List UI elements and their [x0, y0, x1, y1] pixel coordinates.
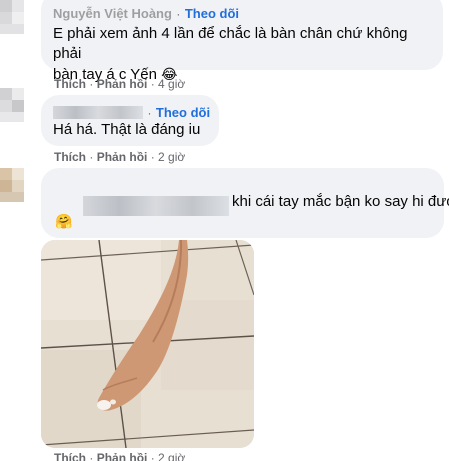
separator-dot: ·	[150, 451, 155, 461]
hugging-face-emoji: 🤗	[55, 213, 73, 229]
follow-button[interactable]: Theo dõi	[156, 105, 210, 120]
comment-timestamp[interactable]: 2 giờ	[158, 150, 185, 164]
comment-actions: Thích · Phản hồi · 4 giờ	[54, 77, 185, 91]
comment-actions: Thích · Phản hồi · 2 giờ	[54, 150, 185, 164]
like-button[interactable]: Thích	[54, 150, 86, 164]
comment-bubble: · Theo dõi Há há. Thật là đáng iu	[41, 95, 219, 146]
avatar[interactable]	[0, 168, 34, 202]
reply-button[interactable]: Phản hồi	[97, 451, 148, 461]
like-button[interactable]: Thích	[54, 451, 86, 461]
separator-dot: ·	[89, 77, 94, 91]
separator-dot: ·	[150, 150, 155, 164]
comment-timestamp[interactable]: 4 giờ	[158, 77, 185, 91]
comment-bubble: Nguyễn Việt Hoàng · Theo dõi E phải xem …	[41, 0, 443, 83]
comment-photo[interactable]	[41, 240, 254, 448]
comment-author[interactable]: Nguyễn Việt Hoàng	[53, 6, 172, 21]
separator-dot: ·	[176, 7, 181, 21]
comment-timestamp[interactable]: 2 giờ	[158, 451, 185, 461]
comment-author-blurred[interactable]	[83, 196, 229, 216]
avatar[interactable]	[0, 0, 34, 34]
photo-foot-on-tiles	[41, 240, 254, 448]
separator-dot: ·	[89, 451, 94, 461]
reply-button[interactable]: Phản hồi	[97, 150, 148, 164]
comment-text: Há há. Thật là đáng iu	[53, 121, 201, 138]
follow-button[interactable]: Theo dõi	[185, 6, 239, 21]
comment-text: khi cái tay mắc bận ko say hi được	[232, 193, 449, 210]
comment-bubble: khi cái tay mắc bận ko say hi được 🤗	[41, 168, 449, 238]
comment-text: E phải xem ảnh 4 lần để chắc là bàn chân…	[53, 24, 438, 85]
like-button[interactable]: Thích	[54, 77, 86, 91]
separator-dot: ·	[89, 150, 94, 164]
comment-text-line-1: E phải xem ảnh 4 lần để chắc là bàn chân…	[53, 25, 408, 62]
separator-dot: ·	[150, 77, 155, 91]
comment-author-blurred[interactable]	[53, 106, 143, 120]
separator-dot: ·	[147, 106, 152, 120]
reply-button[interactable]: Phản hồi	[97, 77, 148, 91]
comment-actions: Thích · Phản hồi · 2 giờ	[54, 451, 185, 461]
avatar[interactable]	[0, 88, 34, 122]
